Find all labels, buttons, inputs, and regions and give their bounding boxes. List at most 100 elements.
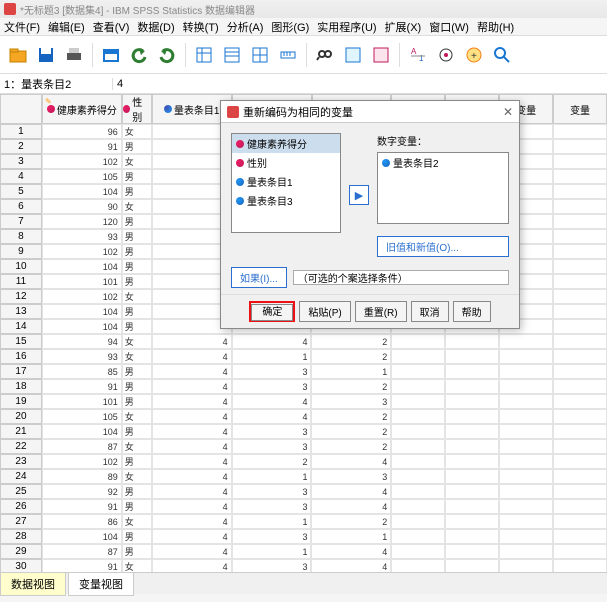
cell[interactable]: 男	[122, 364, 152, 379]
menu-file[interactable]: 文件(F)	[4, 19, 40, 35]
cell[interactable]: 3	[232, 499, 312, 514]
cell[interactable]: 4	[152, 424, 232, 439]
cell[interactable]	[445, 379, 499, 394]
row-header[interactable]: 14	[0, 319, 42, 334]
cell[interactable]	[553, 349, 607, 364]
table-row[interactable]: 20105女442	[0, 409, 607, 424]
cell[interactable]: 男	[122, 394, 152, 409]
cell[interactable]: 女	[122, 154, 152, 169]
open-icon[interactable]	[6, 43, 30, 67]
table-row[interactable]: 21104男432	[0, 424, 607, 439]
cell[interactable]	[391, 439, 445, 454]
cell[interactable]	[391, 529, 445, 544]
cell[interactable]: 87	[42, 439, 122, 454]
cell[interactable]	[391, 454, 445, 469]
table-row[interactable]: 28104男431	[0, 529, 607, 544]
cell[interactable]	[499, 439, 553, 454]
cell[interactable]: 86	[42, 514, 122, 529]
cell[interactable]	[391, 424, 445, 439]
cell[interactable]: 3	[232, 559, 312, 572]
cell[interactable]: 男	[122, 244, 152, 259]
row-header[interactable]: 24	[0, 469, 42, 484]
cell[interactable]	[445, 334, 499, 349]
cell[interactable]: 男	[122, 454, 152, 469]
cell[interactable]: 4	[152, 409, 232, 424]
print-icon[interactable]	[62, 43, 86, 67]
close-icon[interactable]: ✕	[503, 105, 513, 119]
menu-transform[interactable]: 转换(T)	[183, 19, 219, 35]
cell[interactable]	[445, 424, 499, 439]
cell[interactable]: 102	[42, 289, 122, 304]
cell[interactable]	[445, 484, 499, 499]
cell[interactable]: 87	[42, 544, 122, 559]
list-item[interactable]: 性别	[232, 153, 340, 172]
cell[interactable]	[391, 409, 445, 424]
cell[interactable]	[391, 469, 445, 484]
undo-icon[interactable]	[127, 43, 151, 67]
cell[interactable]: 男	[122, 544, 152, 559]
cell[interactable]: 3	[232, 379, 312, 394]
row-header[interactable]: 13	[0, 304, 42, 319]
cell[interactable]	[499, 364, 553, 379]
cancel-button[interactable]: 取消	[411, 301, 449, 322]
cell[interactable]: 男	[122, 139, 152, 154]
menu-utilities[interactable]: 实用程序(U)	[317, 19, 376, 35]
cell[interactable]: 4	[152, 499, 232, 514]
cell[interactable]: 1	[232, 544, 312, 559]
old-new-values-button[interactable]: 旧值和新值(O)...	[377, 236, 509, 257]
cell[interactable]: 85	[42, 364, 122, 379]
cell[interactable]	[391, 334, 445, 349]
menu-graphs[interactable]: 图形(G)	[271, 19, 309, 35]
cell[interactable]: 120	[42, 214, 122, 229]
cell[interactable]: 4	[311, 544, 391, 559]
search-icon[interactable]	[490, 43, 514, 67]
cell[interactable]: 4	[152, 559, 232, 572]
cell[interactable]: 男	[122, 214, 152, 229]
dialog-titlebar[interactable]: 重新编码为相同的变量 ✕	[221, 101, 519, 123]
tab-data-view[interactable]: 数据视图	[0, 572, 66, 596]
cell[interactable]	[391, 544, 445, 559]
cell[interactable]: 女	[122, 439, 152, 454]
cell[interactable]	[553, 469, 607, 484]
cell[interactable]: 2	[232, 454, 312, 469]
source-variables-list[interactable]: 健康素养得分性别量表条目1量表条目3	[231, 133, 341, 233]
menu-extensions[interactable]: 扩展(X)	[385, 19, 422, 35]
cell[interactable]: 4	[152, 349, 232, 364]
cell[interactable]: 4	[232, 334, 312, 349]
cell[interactable]: 3	[232, 529, 312, 544]
cell[interactable]: 男	[122, 319, 152, 334]
row-header[interactable]: 26	[0, 499, 42, 514]
cell[interactable]: 女	[122, 409, 152, 424]
cell[interactable]: 男	[122, 499, 152, 514]
cell[interactable]	[499, 469, 553, 484]
cell[interactable]: 4	[311, 499, 391, 514]
cell[interactable]	[553, 394, 607, 409]
cell[interactable]: 102	[42, 454, 122, 469]
cell[interactable]	[553, 484, 607, 499]
cell[interactable]: 3	[232, 424, 312, 439]
cell[interactable]: 104	[42, 259, 122, 274]
cell[interactable]	[499, 559, 553, 572]
col-header-score[interactable]: ✎健康素养得分	[42, 94, 122, 124]
cell[interactable]	[391, 514, 445, 529]
cell[interactable]	[553, 529, 607, 544]
cell[interactable]	[553, 364, 607, 379]
ok-button[interactable]: 确定	[251, 304, 293, 321]
cell[interactable]: 89	[42, 469, 122, 484]
cell[interactable]	[553, 514, 607, 529]
row-header[interactable]: 1	[0, 124, 42, 139]
cell[interactable]	[499, 484, 553, 499]
row-header[interactable]: 7	[0, 214, 42, 229]
cell[interactable]: 男	[122, 379, 152, 394]
redo-icon[interactable]	[155, 43, 179, 67]
cell[interactable]: 男	[122, 424, 152, 439]
table-row[interactable]: 2489女413	[0, 469, 607, 484]
cell[interactable]	[445, 409, 499, 424]
cell[interactable]: 4	[152, 334, 232, 349]
condition-input[interactable]	[293, 270, 509, 285]
cell[interactable]: 女	[122, 334, 152, 349]
row-header[interactable]: 30	[0, 559, 42, 572]
ruler-icon[interactable]	[276, 43, 300, 67]
cell[interactable]	[445, 544, 499, 559]
cell[interactable]: 105	[42, 409, 122, 424]
